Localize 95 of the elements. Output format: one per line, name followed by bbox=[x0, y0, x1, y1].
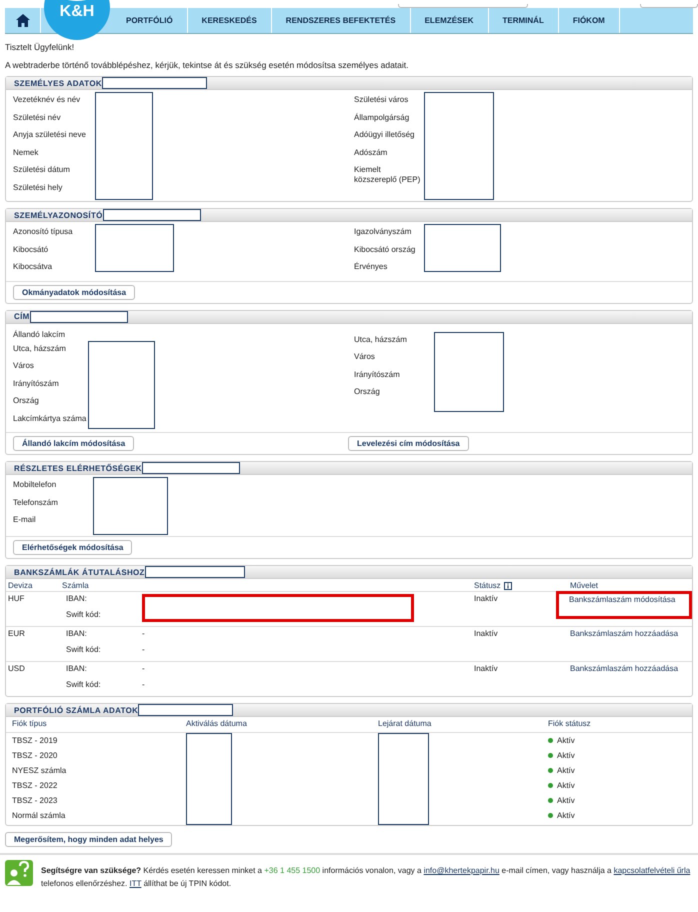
home-icon bbox=[16, 14, 30, 27]
bank-account-link[interactable]: Bankszámlaszám hozzáadása bbox=[570, 664, 692, 673]
status-text: Aktív bbox=[557, 811, 575, 820]
help-link[interactable]: kapcsolatfelvételi űrla bbox=[614, 866, 690, 875]
bank-account-link[interactable]: Bankszámlaszám hozzáadása bbox=[570, 629, 692, 638]
field-label: Kibocsátó bbox=[13, 244, 50, 256]
field-label: Kibocsátó ország bbox=[354, 244, 416, 256]
edit-button[interactable]: Levelezési cím módosítása bbox=[348, 436, 469, 451]
table-cell-text: Swift kód: bbox=[65, 680, 102, 691]
section-title: SZEMÉLYES ADATOK bbox=[14, 78, 102, 88]
nav-tab[interactable]: PORTFÓLIÓ bbox=[112, 8, 188, 33]
table-cell-text: Inaktív bbox=[474, 594, 499, 605]
section-title: SZEMÉLYAZONOSÍTÓ bbox=[14, 210, 103, 220]
column-header: Fiók típus bbox=[6, 719, 186, 733]
greeting-text: Tisztelt Ügyfelünk! bbox=[5, 42, 76, 52]
help-text: Segítségre van szüksége? Kérdés esetén keressen minket a +36 1 455 1500 információs vonalon, vagy a info@khertekpapir.hu e-mail címen, vagy használja a kapcsolatfelvételi űrla telefonos ellenőrzéshez. ITT állíthat be új TPIN kódot. bbox=[41, 865, 692, 890]
section-title: RÉSZLETES ELÉRHETŐSÉGEK bbox=[14, 464, 142, 472]
field-label: Állampolgárság bbox=[354, 112, 410, 124]
help-icon bbox=[5, 860, 33, 886]
field-label: E-mail bbox=[13, 515, 37, 526]
table-cell-text: Normál számla bbox=[12, 811, 66, 820]
column-header: Fiók státusz bbox=[542, 719, 692, 733]
field-label: Születési város bbox=[354, 95, 410, 106]
status-text: Aktív bbox=[557, 781, 575, 790]
field-label: Adószám bbox=[354, 148, 388, 158]
confirm-button[interactable]: Megerősítem, hogy minden adat helyes bbox=[5, 832, 172, 847]
table-cell-text: IBAN: bbox=[65, 629, 88, 640]
status-text: Aktív bbox=[557, 751, 575, 760]
field-label: Állandó lakcím bbox=[13, 328, 66, 340]
intro-text: A webtraderbe történő továbblépéshez, kérjük, tekintse át és szükség esetén módosítsa személyes adatait. bbox=[5, 60, 410, 70]
table-cell-text: EUR bbox=[8, 629, 26, 640]
field-label: Igazolványszám bbox=[354, 227, 412, 238]
field-label: Kiemelt közszereplő (PEP) bbox=[354, 165, 422, 182]
table-cell-text: Inaktív bbox=[474, 629, 499, 640]
help-link[interactable]: ITT bbox=[130, 879, 142, 888]
field-label: Utca, házszám bbox=[354, 334, 408, 346]
nav-tab[interactable]: KERESKEDÉS bbox=[188, 8, 272, 33]
table-cell-text: - bbox=[142, 664, 146, 675]
field-label: Irányítószám bbox=[13, 378, 60, 390]
field-label: Ország bbox=[354, 387, 381, 398]
field-label: Telefonszám bbox=[13, 498, 59, 508]
field-label: Irányítószám bbox=[354, 370, 401, 381]
field-label: Lakcímkártya száma bbox=[13, 414, 88, 425]
field-label: Születési dátum bbox=[13, 165, 71, 176]
edit-button[interactable]: Állandó lakcím módosítása bbox=[13, 436, 134, 451]
table-cell-text: - bbox=[142, 629, 146, 640]
field-label: Születési név bbox=[13, 112, 62, 124]
edit-button[interactable]: Elérhetőségek módosítása bbox=[13, 540, 132, 555]
input-field[interactable] bbox=[398, 4, 528, 8]
field-label: Mobiltelefon bbox=[13, 480, 58, 491]
field-label: Város bbox=[13, 361, 35, 372]
input-field[interactable] bbox=[640, 4, 698, 8]
edit-button[interactable]: Okmányadatok módosítása bbox=[13, 284, 136, 300]
help-link[interactable]: info@khertekpapir.hu bbox=[424, 866, 500, 875]
table-cell-text: Swift kód: bbox=[65, 645, 102, 656]
table-cell-text: HUF bbox=[8, 594, 26, 605]
table-cell-text: Swift kód: bbox=[65, 610, 102, 621]
nav-tab[interactable]: RENDSZERES BEFEKTETÉS bbox=[272, 8, 411, 33]
table-cell-text: NYESZ számla bbox=[12, 766, 68, 775]
column-header: Számla bbox=[62, 581, 90, 590]
section-title: BANKSZÁMLÁK ÁTUTALÁSHOZ bbox=[14, 568, 145, 576]
table-cell-text: - bbox=[142, 680, 146, 691]
status-text: Aktív bbox=[557, 736, 575, 745]
field-label: Azonosító típusa bbox=[13, 227, 74, 238]
table-cell-text: TBSZ - 2022 bbox=[12, 781, 58, 790]
table-cell-text: - bbox=[142, 645, 146, 656]
status-text: Aktív bbox=[557, 796, 575, 805]
table-cell-text: TBSZ - 2020 bbox=[12, 751, 58, 760]
field-label: Érvényes bbox=[354, 262, 388, 273]
field-label: Város bbox=[354, 352, 376, 363]
field-label: Születési hely bbox=[13, 182, 64, 194]
table-cell-text: Inaktív bbox=[474, 664, 499, 675]
table-cell-text: TBSZ - 2019 bbox=[12, 736, 58, 745]
table-cell-text: USD bbox=[8, 664, 26, 675]
nav-tab[interactable]: ELEMZÉSEK bbox=[410, 8, 488, 33]
field-label: Adóügyi illetőség bbox=[354, 130, 416, 141]
info-icon[interactable] bbox=[504, 582, 512, 590]
section-title: CÍM bbox=[14, 312, 30, 321]
bank-account-link[interactable]: Bankszámlaszám módosítása bbox=[556, 591, 692, 619]
column-header: Művelet bbox=[570, 581, 600, 590]
nav-tab[interactable]: TERMINÁL bbox=[488, 8, 559, 33]
column-header: Státusz bbox=[474, 581, 570, 590]
field-label: Vezetéknév és név bbox=[13, 95, 82, 106]
field-label: Anyja születési neve bbox=[13, 130, 87, 141]
table-cell-text: IBAN: bbox=[65, 664, 88, 675]
table-cell-text: TBSZ - 2023 bbox=[12, 796, 58, 805]
status-text: Aktív bbox=[557, 766, 575, 775]
table-cell-text: IBAN: bbox=[65, 594, 88, 605]
field-label: Nemek bbox=[13, 148, 40, 158]
field-label: Ország bbox=[13, 396, 40, 407]
nav-tab[interactable]: FIÓKOM bbox=[558, 8, 620, 33]
section-title: PORTFÓLIÓ SZÁMLA ADATOK bbox=[14, 706, 138, 714]
field-label: Kibocsátva bbox=[13, 262, 54, 273]
column-header: Deviza bbox=[8, 581, 34, 590]
field-label: Utca, házszám bbox=[13, 344, 67, 354]
